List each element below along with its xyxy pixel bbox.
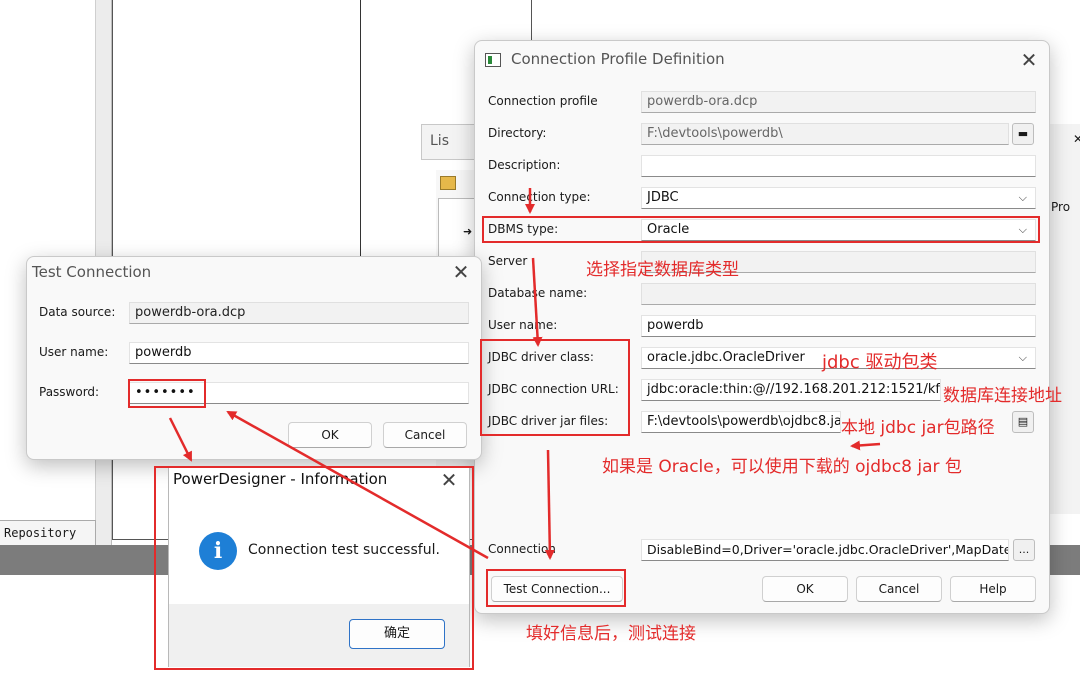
arrow-to-info-dialog xyxy=(168,417,193,462)
arrow-to-driver-class xyxy=(531,257,543,347)
annotation-arrows xyxy=(168,188,881,560)
arrow-to-jar-note xyxy=(850,440,881,451)
arrow-to-password xyxy=(226,410,489,560)
arrow-to-test-button xyxy=(544,449,555,560)
